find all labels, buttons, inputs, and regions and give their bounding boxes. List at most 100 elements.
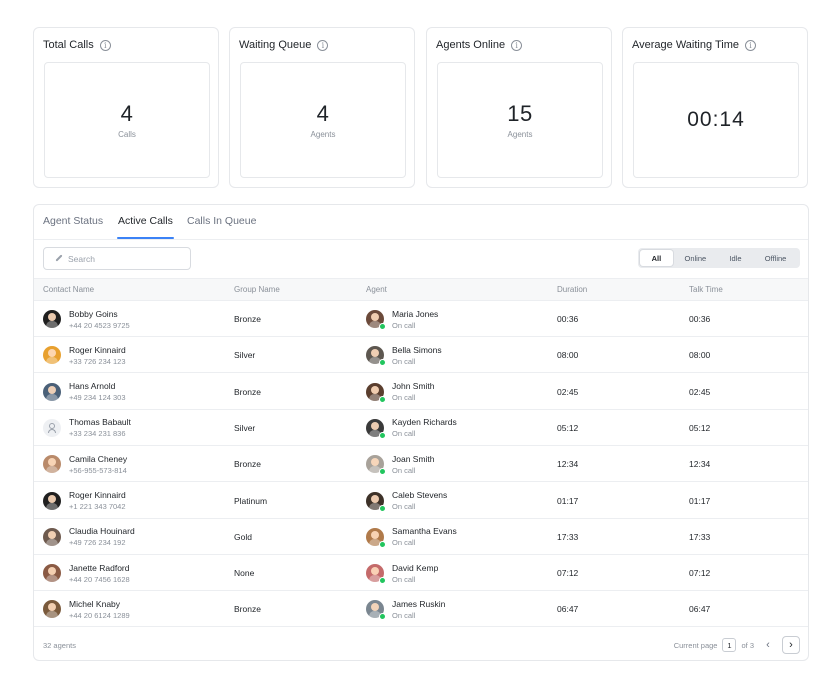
- duration: 00:36: [557, 314, 579, 324]
- group-name: Silver: [234, 422, 256, 433]
- agent-name: David Kemp: [392, 562, 439, 573]
- group-name: Bronze: [234, 314, 261, 324]
- stat-card-waiting-queue: Waiting Queue i 4 Agents: [229, 27, 415, 188]
- table-row[interactable]: Bobby Goins +44 20 4523 9725 Bronze Mari…: [34, 301, 808, 337]
- agent-cell: Samantha Evans On call: [366, 519, 457, 555]
- stat-value: 00:14: [687, 108, 745, 131]
- contact-cell: Roger Kinnaird +33 726 234 123: [43, 337, 126, 373]
- table-row[interactable]: Claudia Houinard +49 726 234 192 Gold Sa…: [34, 519, 808, 555]
- online-status-icon: [379, 540, 386, 548]
- group-name: Silver: [234, 350, 256, 361]
- agent-status: On call: [392, 574, 416, 584]
- talk-time: 01:17: [689, 495, 711, 506]
- talk-time-cell: 12:34: [689, 446, 710, 482]
- next-page-button[interactable]: ›: [782, 636, 800, 654]
- stat-value: 4: [120, 101, 134, 126]
- agent-avatar: [366, 527, 386, 548]
- tab-active-calls[interactable]: Active Calls: [118, 215, 173, 227]
- group-cell: Silver: [234, 337, 255, 373]
- agent-cell: Caleb Stevens On call: [366, 483, 447, 519]
- agent-cell: Maria Jones On call: [366, 301, 438, 337]
- contact-phone: +44 20 7456 1628: [69, 574, 130, 584]
- table-row[interactable]: Hans Arnold +49 234 124 303 Bronze John …: [34, 374, 808, 410]
- table-row[interactable]: Roger Kinnaird +1 221 343 7042 Platinum …: [34, 483, 808, 519]
- tab-agent-status[interactable]: Agent Status: [43, 215, 103, 227]
- table-header: Contact Name Group Name Agent Duration T…: [34, 278, 808, 301]
- online-status-icon: [379, 323, 386, 330]
- status-filter: All Online Idle Offline: [638, 248, 800, 268]
- group-cell: Bronze: [234, 374, 261, 410]
- online-status-icon: [379, 613, 386, 621]
- agent-name: Maria Jones: [392, 308, 439, 319]
- contact-name: Roger Kinnaird: [69, 344, 126, 355]
- agent-count: 32 agents: [43, 641, 76, 650]
- current-page-input[interactable]: 1: [722, 638, 737, 652]
- agent-name: Joan Smith: [392, 453, 435, 464]
- duration: 12:34: [557, 459, 579, 470]
- table-row[interactable]: Camila Cheney +56-955-573-814 Bronze Joa…: [34, 446, 808, 483]
- stat-title: Total Calls i: [43, 39, 111, 51]
- table-footer: 32 agents Current page 1 of 3 ‹ ›: [34, 631, 808, 661]
- group-cell: Bronze: [234, 591, 261, 627]
- search-input[interactable]: [68, 253, 188, 264]
- table-row[interactable]: Thomas Babault +33 234 231 836 Silver Ka…: [34, 410, 808, 446]
- column-header-group-name[interactable]: Group Name: [234, 285, 280, 294]
- talk-time-cell: 01:17: [689, 483, 710, 519]
- stat-sub: Calls: [118, 130, 136, 139]
- contact-phone: +44 20 6124 1289: [69, 610, 130, 620]
- talk-time: 02:45: [689, 386, 711, 397]
- agent-status: On call: [392, 502, 416, 511]
- contact-avatar: [43, 346, 61, 365]
- duration: 02:45: [557, 386, 579, 397]
- stat-inner: 00:14: [633, 62, 799, 178]
- info-icon[interactable]: i: [511, 39, 523, 51]
- duration: 01:17: [557, 495, 579, 506]
- duration-cell: 08:00: [557, 337, 578, 373]
- contact-avatar: [43, 382, 61, 401]
- info-icon[interactable]: i: [745, 39, 756, 51]
- contact-cell: Claudia Houinard +49 726 234 192: [43, 519, 135, 555]
- talk-time-cell: 00:36: [689, 301, 710, 337]
- contact-avatar: [43, 527, 61, 546]
- column-header-duration[interactable]: Duration: [557, 285, 587, 294]
- table-row[interactable]: Roger Kinnaird +33 726 234 123 Silver Be…: [34, 337, 808, 374]
- duration: 07:12: [557, 568, 579, 579]
- filter-offline[interactable]: Offline: [753, 250, 798, 266]
- stat-card-average-waiting-time: Average Waiting Time i 00:14: [622, 27, 808, 188]
- search-box[interactable]: [43, 247, 191, 270]
- agent-status: On call: [392, 538, 416, 548]
- talk-time: 00:36: [689, 314, 711, 324]
- stat-title-text: Agents Online: [436, 39, 506, 51]
- stat-sub: Agents: [507, 130, 533, 139]
- agent-cell: Kayden Richards On call: [366, 410, 457, 446]
- contact-cell: Camila Cheney +56-955-573-814: [43, 446, 127, 482]
- agent-cell: David Kemp On call: [366, 555, 438, 591]
- column-header-agent[interactable]: Agent: [366, 285, 387, 294]
- stat-title-text: Total Calls: [43, 39, 94, 51]
- duration-cell: 17:33: [557, 519, 578, 555]
- agent-status: On call: [392, 429, 416, 439]
- talk-time: 17:33: [689, 531, 711, 542]
- talk-time: 05:12: [689, 422, 711, 433]
- page-total-label: of 3: [741, 640, 754, 650]
- info-icon[interactable]: i: [317, 39, 329, 51]
- table-row[interactable]: Janette Radford +44 20 7456 1628 None Da…: [34, 555, 808, 592]
- talk-time: 06:47: [689, 604, 711, 615]
- duration-cell: 07:12: [557, 555, 578, 591]
- online-status-icon: [379, 577, 386, 585]
- duration-cell: 02:45: [557, 374, 578, 410]
- info-icon[interactable]: i: [99, 39, 111, 51]
- talk-time-cell: 05:12: [689, 410, 710, 446]
- table-row[interactable]: Michel Knaby +44 20 6124 1289 Bronze Jam…: [34, 591, 808, 628]
- agent-name: John Smith: [392, 381, 435, 392]
- group-cell: None: [234, 555, 254, 591]
- filter-online[interactable]: Online: [673, 250, 718, 266]
- filter-idle[interactable]: Idle: [718, 250, 753, 266]
- group-cell: Bronze: [234, 446, 261, 482]
- tab-calls-in-queue[interactable]: Calls In Queue: [187, 215, 256, 227]
- column-header-contact-name[interactable]: Contact Name: [43, 285, 94, 294]
- column-header-talk-time[interactable]: Talk Time: [689, 285, 723, 294]
- previous-page-button[interactable]: ‹: [759, 636, 777, 654]
- filter-all[interactable]: All: [640, 250, 673, 266]
- agent-avatar: [366, 418, 386, 439]
